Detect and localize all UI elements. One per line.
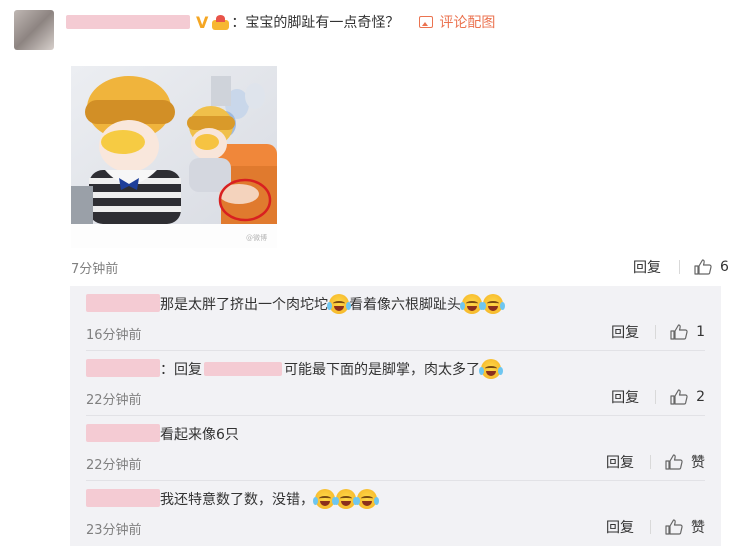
reply-username-blurred[interactable] bbox=[86, 359, 160, 377]
reply-actions: 回复 2 bbox=[611, 387, 705, 407]
photo-watermark: @微博 bbox=[246, 234, 267, 242]
reply-button[interactable]: 回复 bbox=[606, 517, 634, 537]
reply-button[interactable]: 回复 bbox=[606, 452, 634, 472]
comment-header: V ：宝宝的脚趾有一点奇怪？ 评论配图 bbox=[66, 10, 495, 34]
verified-v-icon: V bbox=[196, 12, 209, 32]
avatar[interactable] bbox=[14, 10, 54, 50]
reply-actions: 回复 1 bbox=[611, 322, 705, 342]
reply-button[interactable]: 回复 bbox=[611, 322, 639, 342]
thumbs-up-icon[interactable] bbox=[665, 519, 683, 535]
like-count: 2 bbox=[696, 389, 705, 405]
laugh-cry-emoji bbox=[313, 489, 337, 509]
like-label: 赞 bbox=[691, 455, 705, 471]
divider bbox=[655, 390, 657, 404]
divider bbox=[679, 260, 680, 274]
like-count: 6 bbox=[720, 259, 729, 275]
reply-target-blurred[interactable] bbox=[204, 362, 282, 376]
image-icon bbox=[419, 16, 434, 28]
reply-text: 那是太胖了挤出一个肉坨坨 看着像六根脚趾头 bbox=[160, 294, 505, 314]
reply-item: 看起来像6只 22分钟前 回复 赞 bbox=[70, 416, 721, 481]
reply-list: 那是太胖了挤出一个肉坨坨 看着像六根脚趾头 16分钟前 回复 1 ：回复 可能最… bbox=[70, 286, 721, 546]
reply-time: 22分钟前 bbox=[86, 393, 142, 408]
reply-item: 我还特意数了数，没错， 23分钟前 回复 赞 bbox=[70, 481, 721, 546]
comment-time: 7分钟前 bbox=[71, 262, 119, 277]
photo-image bbox=[71, 66, 277, 224]
pic-link-label: 评论配图 bbox=[439, 15, 496, 31]
thumbs-up-icon[interactable] bbox=[670, 389, 688, 405]
reply-actions: 回复 赞 bbox=[606, 517, 705, 537]
reply-username-blurred[interactable] bbox=[86, 424, 160, 442]
reply-button[interactable]: 回复 bbox=[611, 387, 639, 407]
reply-time: 23分钟前 bbox=[86, 523, 142, 538]
comment-text: ：宝宝的脚趾有一点奇怪？ bbox=[231, 15, 400, 31]
reply-username-blurred[interactable] bbox=[86, 294, 160, 312]
laugh-cry-emoji bbox=[460, 294, 484, 314]
like-label: 赞 bbox=[691, 520, 705, 536]
divider bbox=[650, 520, 651, 534]
reply-actions: 回复 赞 bbox=[606, 452, 705, 472]
thumbs-up-icon[interactable] bbox=[694, 259, 712, 275]
thumbs-up-icon[interactable] bbox=[670, 324, 688, 340]
comment-actions: 回复 6 bbox=[633, 257, 729, 277]
reply-username-blurred[interactable] bbox=[86, 489, 160, 507]
laugh-cry-emoji bbox=[327, 294, 351, 314]
thumbs-up-icon[interactable] bbox=[665, 454, 683, 470]
baby-photo-illustration bbox=[71, 66, 277, 224]
laugh-cry-emoji bbox=[481, 294, 505, 314]
laugh-cry-emoji bbox=[355, 489, 379, 509]
reply-text: 看起来像6只 bbox=[160, 427, 239, 443]
like-count: 1 bbox=[696, 324, 705, 340]
laugh-cry-emoji bbox=[334, 489, 358, 509]
divider bbox=[655, 325, 657, 339]
reply-item: ：回复 可能最下面的是脚掌，肉太多了 22分钟前 回复 2 bbox=[70, 351, 721, 416]
reply-time: 22分钟前 bbox=[86, 458, 142, 473]
reply-button[interactable]: 回复 bbox=[633, 257, 661, 277]
laugh-cry-emoji bbox=[479, 359, 503, 379]
crown-badge-icon bbox=[212, 14, 230, 30]
reply-item: 那是太胖了挤出一个肉坨坨 看着像六根脚趾头 16分钟前 回复 1 bbox=[70, 286, 721, 351]
comment-photo[interactable]: @微博 bbox=[71, 66, 277, 248]
reply-text: 我还特意数了数，没错， bbox=[160, 489, 379, 509]
reply-time: 16分钟前 bbox=[86, 328, 142, 343]
username-blurred[interactable] bbox=[66, 15, 190, 29]
divider bbox=[650, 455, 651, 469]
comment-pic-link[interactable]: 评论配图 bbox=[419, 12, 495, 32]
reply-text: ：回复 可能最下面的是脚掌，肉太多了 bbox=[160, 359, 503, 379]
